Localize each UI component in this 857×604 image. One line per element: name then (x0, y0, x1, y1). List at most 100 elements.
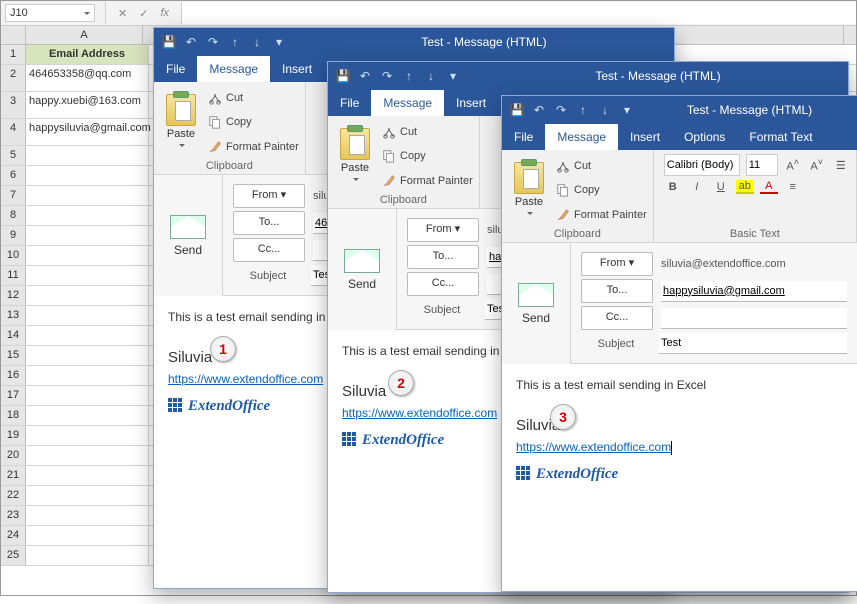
cell[interactable] (26, 526, 149, 545)
grow-font-icon[interactable]: A˄ (784, 157, 802, 173)
bold-button[interactable]: B (664, 181, 682, 193)
cell[interactable]: 464653358@qq.com (26, 65, 149, 91)
to-button[interactable]: To... (233, 211, 305, 235)
cut-button[interactable]: Cut (208, 88, 299, 108)
row-header[interactable]: 11 (1, 266, 26, 285)
row-header[interactable]: 21 (1, 466, 26, 485)
cell[interactable] (26, 426, 149, 445)
row-header[interactable]: 1 (1, 45, 26, 64)
copy-button[interactable]: Copy (382, 146, 473, 166)
row-header[interactable]: 7 (1, 186, 26, 205)
redo-icon[interactable]: ↷ (376, 62, 398, 90)
row-header[interactable]: 22 (1, 486, 26, 505)
qat-more-icon[interactable]: ▾ (442, 62, 464, 90)
save-icon[interactable]: 💾 (332, 62, 354, 90)
undo-icon[interactable]: ↶ (528, 96, 550, 124)
select-all-corner[interactable] (1, 26, 26, 44)
tab-file[interactable]: File (328, 90, 371, 116)
save-icon[interactable]: 💾 (506, 96, 528, 124)
cut-button[interactable]: Cut (556, 156, 647, 176)
row-header[interactable]: 16 (1, 366, 26, 385)
undo-icon[interactable]: ↶ (354, 62, 376, 90)
signature-link[interactable]: https://www.extendoffice.com (516, 440, 671, 454)
to-button[interactable]: To... (581, 279, 653, 303)
prev-icon[interactable]: ↑ (398, 62, 420, 90)
cc-button[interactable]: Cc... (233, 238, 305, 262)
bullets-icon[interactable]: ☰ (832, 159, 850, 172)
cell[interactable] (26, 226, 149, 245)
cell[interactable] (26, 506, 149, 525)
underline-button[interactable]: U (712, 181, 730, 193)
send-button[interactable]: Send (502, 243, 571, 364)
tab-insert[interactable]: Insert (270, 56, 324, 82)
cell[interactable] (26, 186, 149, 205)
to-field[interactable] (661, 281, 847, 302)
font-color-icon[interactable]: A (760, 180, 778, 194)
column-header-a[interactable]: A (26, 26, 143, 44)
tab-format-text[interactable]: Format Text (737, 124, 824, 150)
row-header[interactable]: 23 (1, 506, 26, 525)
tab-file[interactable]: File (154, 56, 197, 82)
qat-more-icon[interactable]: ▾ (268, 28, 290, 56)
row-header[interactable]: 12 (1, 286, 26, 305)
paste-button[interactable]: Paste (160, 86, 202, 159)
cell[interactable] (26, 446, 149, 465)
row-header[interactable]: 6 (1, 166, 26, 185)
cell[interactable] (26, 346, 149, 365)
cell[interactable] (26, 366, 149, 385)
subject-field[interactable] (659, 333, 847, 354)
qat-more-icon[interactable]: ▾ (616, 96, 638, 124)
undo-icon[interactable]: ↶ (180, 28, 202, 56)
save-icon[interactable]: 💾 (158, 28, 180, 56)
format-painter-button[interactable]: Format Painter (382, 171, 473, 191)
tab-message[interactable]: Message (197, 56, 270, 82)
message-body[interactable]: This is a test email sending in Excel Si… (502, 364, 857, 603)
cell[interactable] (26, 466, 149, 485)
font-size-input[interactable] (746, 154, 778, 176)
row-header[interactable]: 4 (1, 119, 26, 145)
row-header[interactable]: 19 (1, 426, 26, 445)
tab-insert[interactable]: Insert (618, 124, 672, 150)
cell[interactable] (26, 546, 149, 565)
next-icon[interactable]: ↓ (420, 62, 442, 90)
cut-button[interactable]: Cut (382, 122, 473, 142)
name-box[interactable]: J10 (5, 4, 95, 22)
redo-icon[interactable]: ↷ (202, 28, 224, 56)
row-header[interactable]: 13 (1, 306, 26, 325)
fx-button[interactable]: fx (154, 7, 175, 19)
cell[interactable] (26, 266, 149, 285)
cell[interactable] (26, 326, 149, 345)
highlight-icon[interactable]: ab (736, 180, 754, 194)
paste-button[interactable]: Paste (334, 120, 376, 193)
cell[interactable] (26, 486, 149, 505)
row-header[interactable]: 10 (1, 246, 26, 265)
next-icon[interactable]: ↓ (594, 96, 616, 124)
next-icon[interactable]: ↓ (246, 28, 268, 56)
row-header[interactable]: 25 (1, 546, 26, 565)
cell[interactable] (26, 246, 149, 265)
row-header[interactable]: 9 (1, 226, 26, 245)
cell[interactable] (26, 146, 149, 165)
font-name-input[interactable] (664, 154, 740, 176)
row-header[interactable]: 20 (1, 446, 26, 465)
shrink-font-icon[interactable]: A˅ (808, 157, 826, 173)
cell[interactable]: happysiluvia@gmail.com (26, 119, 149, 145)
from-button[interactable]: From ▾ (581, 252, 653, 276)
cc-field[interactable] (661, 308, 847, 329)
cell[interactable]: happy.xuebi@163.com (26, 92, 149, 118)
tab-insert[interactable]: Insert (444, 90, 498, 116)
signature-link[interactable]: https://www.extendoffice.com (342, 406, 497, 420)
send-button[interactable]: Send (328, 209, 397, 330)
send-button[interactable]: Send (154, 175, 223, 296)
row-header[interactable]: 5 (1, 146, 26, 165)
row-header[interactable]: 15 (1, 346, 26, 365)
to-button[interactable]: To... (407, 245, 479, 269)
prev-icon[interactable]: ↑ (224, 28, 246, 56)
cell[interactable] (26, 386, 149, 405)
cell[interactable] (26, 286, 149, 305)
italic-button[interactable]: I (688, 181, 706, 193)
tab-options[interactable]: Options (672, 124, 737, 150)
paste-button[interactable]: Paste (508, 154, 550, 227)
cell[interactable]: Email Address (26, 45, 149, 64)
cc-button[interactable]: Cc... (581, 306, 653, 330)
